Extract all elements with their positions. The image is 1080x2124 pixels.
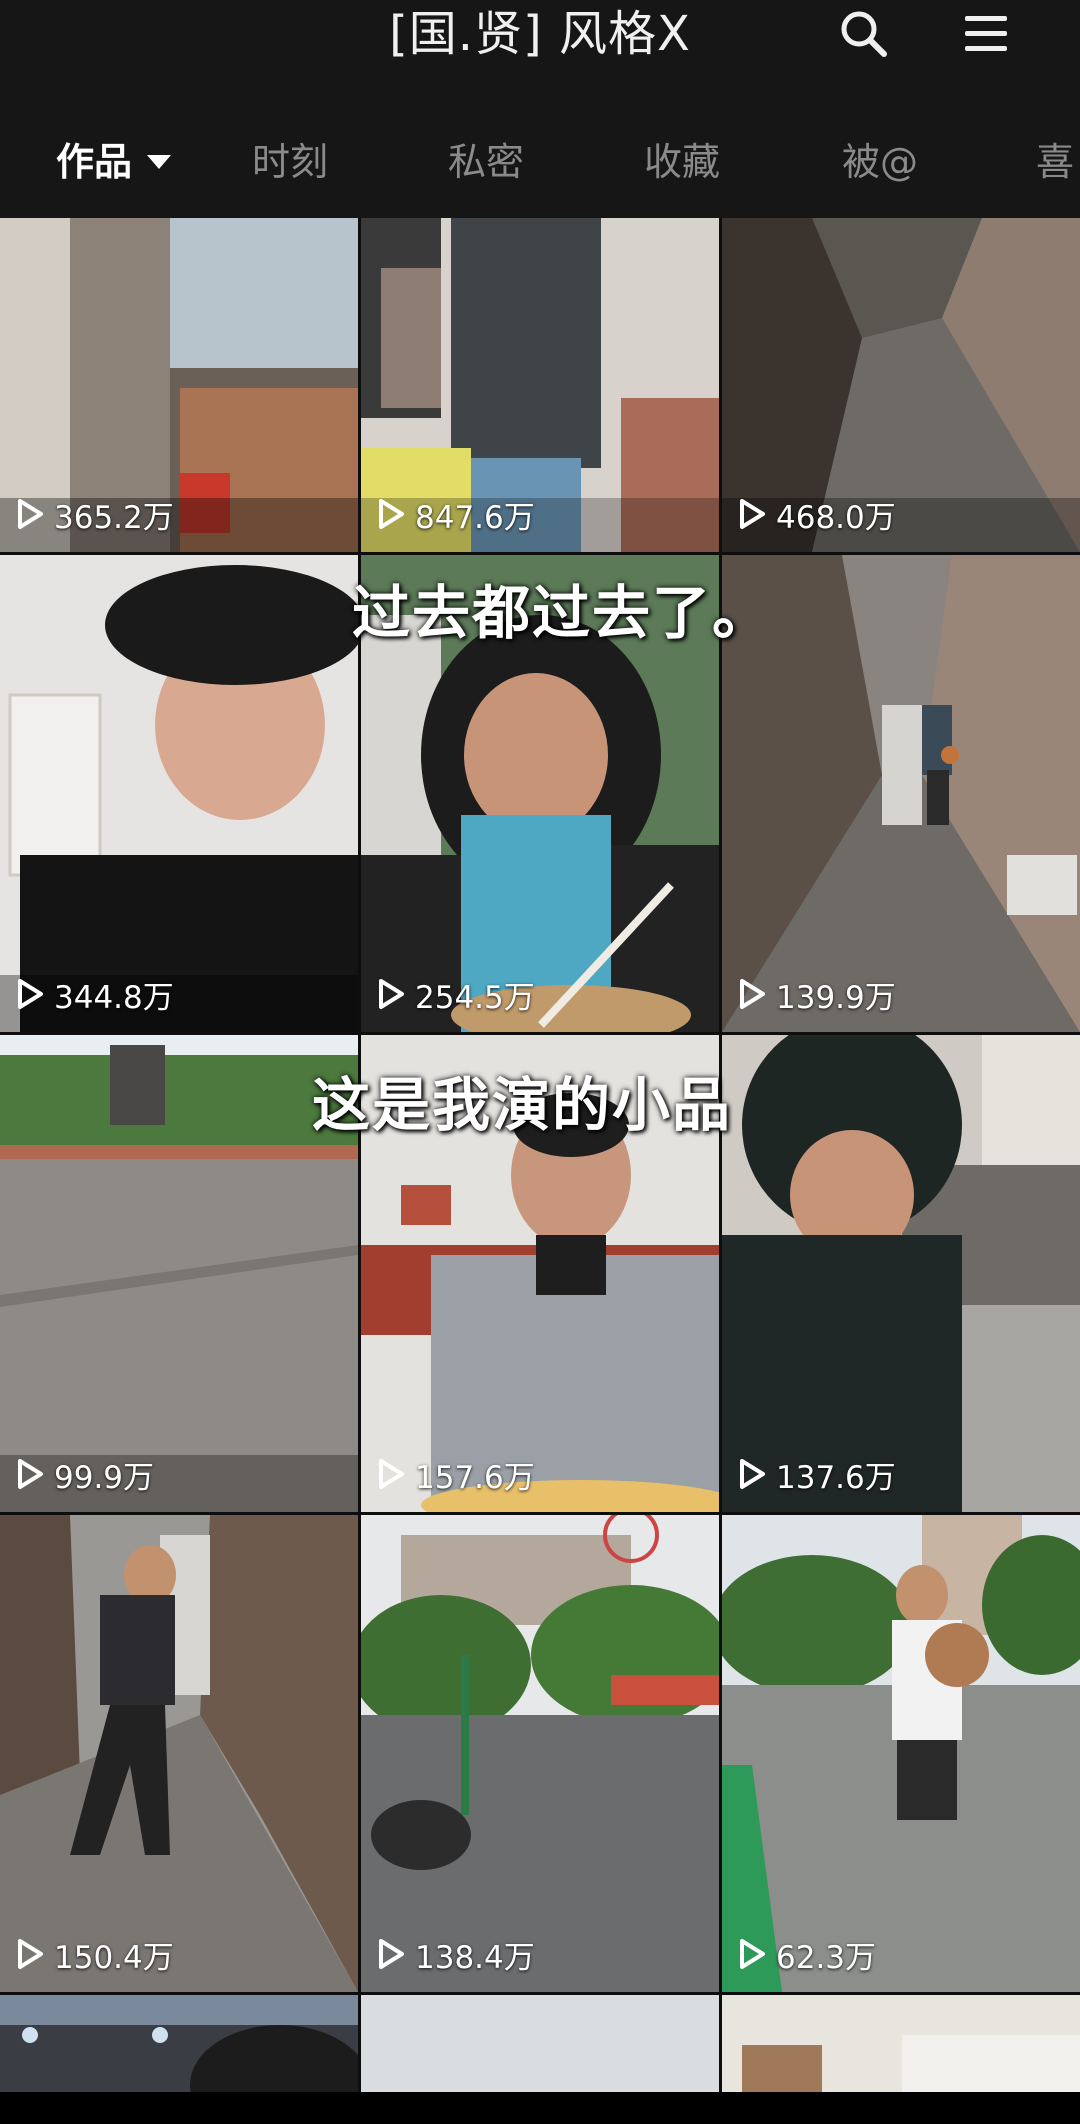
view-count: 150.4万 xyxy=(16,1934,174,1976)
view-count-text: 847.6万 xyxy=(415,499,535,536)
video-thumbnail-image xyxy=(361,1515,719,1992)
play-icon xyxy=(18,979,43,1009)
view-count: 138.4万 xyxy=(377,1934,535,1976)
view-count-text: 365.2万 xyxy=(54,499,174,536)
play-icon xyxy=(740,499,765,529)
video-thumbnail-image xyxy=(361,1995,719,2092)
play-icon xyxy=(18,499,43,529)
video-thumbnail-image xyxy=(722,1995,1080,2092)
play-icon xyxy=(740,1459,765,1489)
view-count: 99.9万 xyxy=(16,1454,155,1496)
bottom-bar xyxy=(0,2092,1080,2124)
view-count: 139.9万 xyxy=(738,974,896,1016)
video-thumbnail-image xyxy=(722,1515,1080,1992)
caret-down-icon xyxy=(147,154,172,169)
page-title: [国.贤] 风格X xyxy=(389,6,691,62)
view-count: 254.5万 xyxy=(377,974,535,1016)
video-thumbnail[interactable]: 847.6万 xyxy=(361,218,719,552)
view-count: 365.2万 xyxy=(16,494,174,536)
play-icon xyxy=(379,499,404,529)
video-thumbnail[interactable]: 365.2万 xyxy=(0,218,358,552)
tab-label: 作品 xyxy=(56,140,133,184)
video-thumbnail-image xyxy=(0,1995,358,2092)
view-count-text: 99.9万 xyxy=(54,1459,155,1496)
menu-icon[interactable] xyxy=(956,4,1016,64)
profile-tabs: 作品 时刻 私密 收藏 被@ 喜 xyxy=(0,110,1080,218)
video-thumbnail-image xyxy=(0,1035,358,1512)
video-thumbnail-image xyxy=(0,555,358,1032)
profile-header: [国.贤] 风格X xyxy=(0,0,1080,110)
video-thumbnail[interactable] xyxy=(361,1995,719,2092)
video-thumbnail[interactable]: 344.8万 xyxy=(0,555,358,1032)
view-count-text: 137.6万 xyxy=(776,1459,896,1496)
play-icon xyxy=(379,1939,404,1969)
video-thumbnail[interactable]: 468.0万 xyxy=(722,218,1080,552)
tab-mentions[interactable]: 被@ xyxy=(842,138,918,186)
play-icon xyxy=(740,1939,765,1969)
video-thumbnail[interactable]: 150.4万 xyxy=(0,1515,358,1992)
video-thumbnail[interactable]: 99.9万 xyxy=(0,1035,358,1512)
video-thumbnail-image xyxy=(722,1035,1080,1512)
video-thumbnail[interactable]: 62.3万 xyxy=(722,1515,1080,1992)
video-thumbnail[interactable] xyxy=(722,1995,1080,2092)
video-thumbnail[interactable]: 138.4万 xyxy=(361,1515,719,1992)
play-icon xyxy=(18,1939,43,1969)
view-count: 847.6万 xyxy=(377,494,535,536)
search-icon[interactable] xyxy=(834,4,894,64)
play-icon xyxy=(18,1459,43,1489)
tab-works[interactable]: 作品 xyxy=(56,138,172,186)
view-count-text: 150.4万 xyxy=(54,1939,174,1976)
video-caption-overlay: 过去都过去了。 xyxy=(352,579,773,647)
play-icon xyxy=(379,979,404,1009)
view-count-text: 62.3万 xyxy=(776,1939,877,1976)
view-count: 344.8万 xyxy=(16,974,174,1016)
video-caption-overlay: 这是我演的小品 xyxy=(312,1071,733,1139)
view-count: 157.6万 xyxy=(377,1454,535,1496)
view-count: 62.3万 xyxy=(738,1934,877,1976)
view-count: 137.6万 xyxy=(738,1454,896,1496)
video-thumbnail-image xyxy=(0,1515,358,1992)
play-icon xyxy=(740,979,765,1009)
view-count-text: 139.9万 xyxy=(776,979,896,1016)
play-icon xyxy=(379,1459,404,1489)
view-count-text: 138.4万 xyxy=(415,1939,535,1976)
tab-likes[interactable]: 喜 xyxy=(1036,138,1074,186)
video-thumbnail[interactable] xyxy=(0,1995,358,2092)
view-count-text: 157.6万 xyxy=(415,1459,535,1496)
tab-private[interactable]: 私密 xyxy=(448,138,524,186)
tab-moments[interactable]: 时刻 xyxy=(252,138,328,186)
view-count-text: 344.8万 xyxy=(54,979,174,1016)
view-count-text: 254.5万 xyxy=(415,979,535,1016)
video-thumbnail-image xyxy=(722,555,1080,1032)
view-count: 468.0万 xyxy=(738,494,896,536)
video-grid: 365.2万 847.6万 468.0万 344.8万 254.5万 139.9… xyxy=(0,218,1080,2092)
tab-favorites[interactable]: 收藏 xyxy=(644,138,720,186)
view-count-text: 468.0万 xyxy=(776,499,896,536)
video-thumbnail[interactable]: 139.9万 xyxy=(722,555,1080,1032)
video-thumbnail[interactable]: 137.6万 xyxy=(722,1035,1080,1512)
